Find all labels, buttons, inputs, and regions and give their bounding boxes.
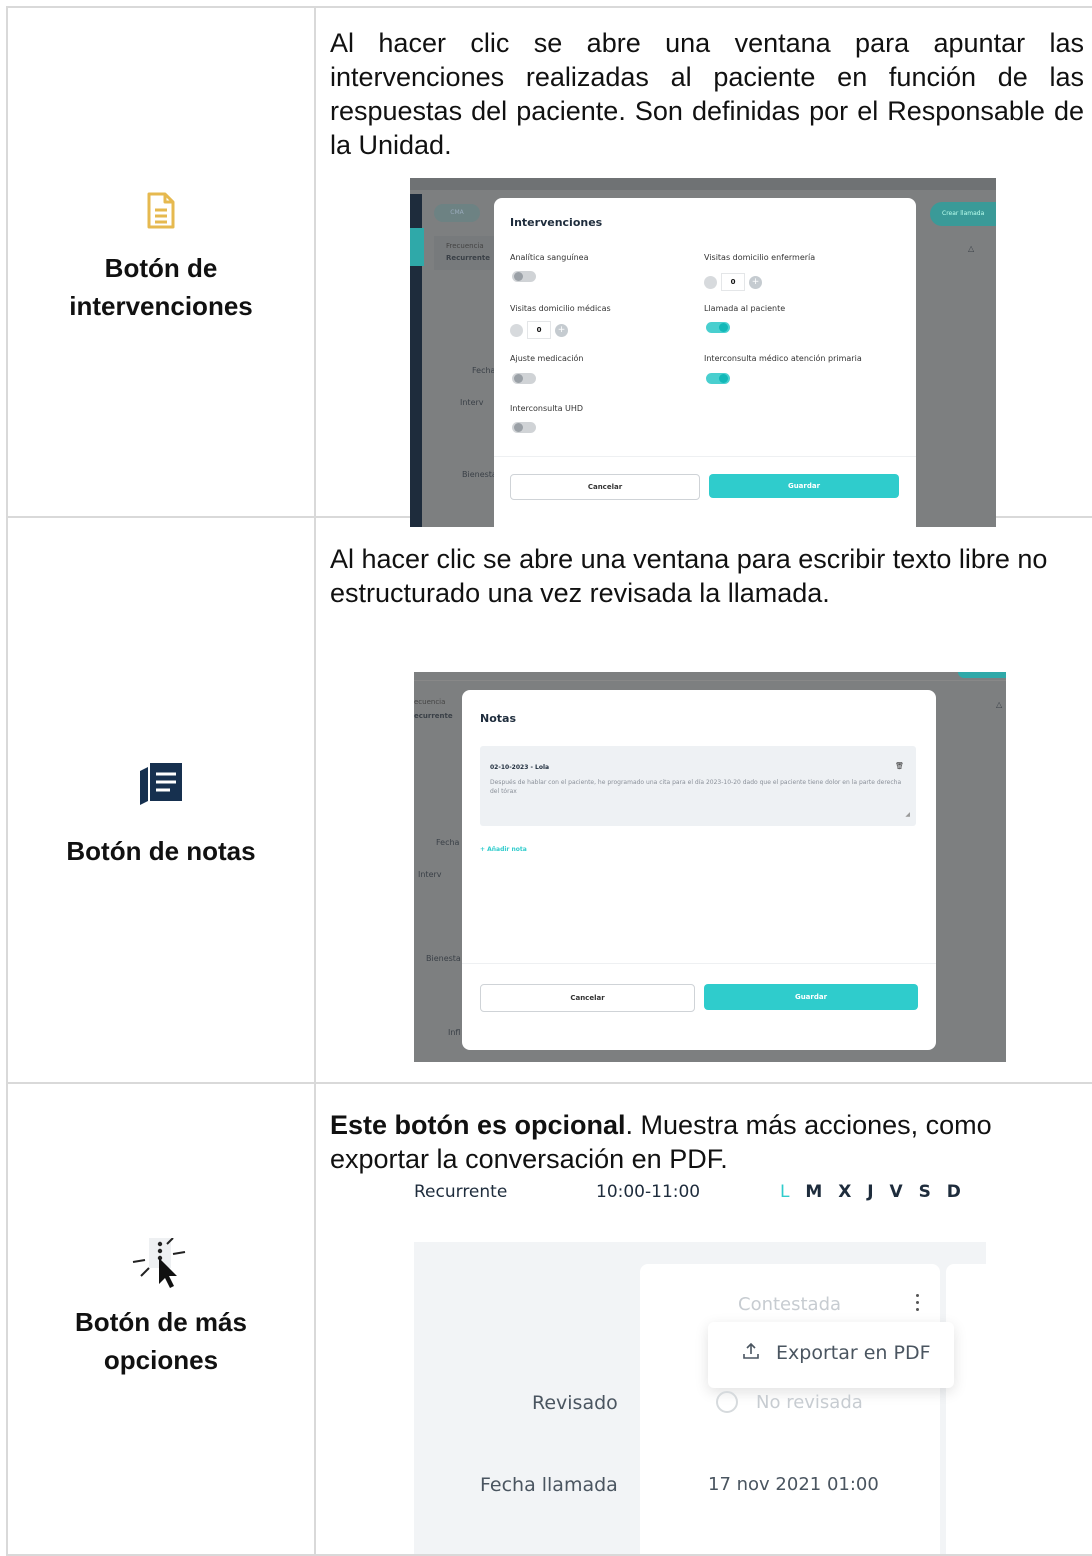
cancel-button[interactable]: Cancelar — [480, 984, 695, 1012]
intervenciones-screenshot: CMA Crear llamada Frecuencia Recurrente … — [410, 178, 996, 527]
cma-pill: CMA — [434, 204, 480, 222]
revisado-label: Revisado — [532, 1392, 618, 1414]
revisado-value: No revisada — [756, 1392, 863, 1413]
interconsulta-ap-toggle[interactable] — [706, 373, 730, 384]
features-table: Botón de intervenciones Al hacer clic se… — [6, 6, 1092, 1556]
notes-icon — [138, 761, 184, 812]
field-label: Interconsulta médico atención primaria — [704, 354, 862, 363]
label-cell: Botón de intervenciones — [8, 8, 316, 516]
fecha-label: Fecha llamada — [480, 1474, 618, 1496]
weekday-d: D — [946, 1182, 961, 1202]
modal-title: Notas — [480, 712, 516, 725]
field-label: Analítica sanguínea — [510, 253, 589, 262]
bg-bienesta: Bienesta — [462, 470, 497, 479]
upload-icon — [742, 1342, 764, 1365]
export-pdf-label: Exportar en PDF — [776, 1342, 931, 1364]
weekday-j: J — [867, 1182, 874, 1202]
kebab-menu-icon[interactable] — [916, 1294, 922, 1311]
row-label: Botón de intervenciones — [69, 252, 253, 321]
bg-fecha: Fecha — [472, 366, 496, 375]
ajuste-toggle[interactable] — [512, 373, 536, 384]
weekdays: L M X J V S D — [780, 1182, 961, 1202]
table-row: Botón de intervenciones Al hacer clic se… — [8, 8, 1092, 527]
bg-infl: Infl — [448, 1028, 461, 1037]
field-label: Visitas domicilio enfermería — [704, 253, 816, 262]
plus-button[interactable]: + — [749, 275, 762, 289]
note-header: 02-10-2023 - Lola — [490, 764, 550, 771]
enfermeria-stepper[interactable]: 0 + — [704, 273, 762, 291]
bg-freq-value: Recurrente — [446, 254, 490, 262]
freq-value: Recurrente — [414, 1182, 508, 1202]
more-options-icon — [131, 1237, 191, 1295]
export-pdf-item[interactable]: Exportar en PDF — [742, 1342, 931, 1365]
description-bold: Este botón es opcional — [330, 1110, 626, 1140]
field-label: Ajuste medicación — [510, 354, 584, 363]
label-cell: Botón de notas — [8, 518, 316, 1082]
plus-button[interactable]: + — [555, 323, 568, 337]
fecha-value: 17 nov 2021 01:00 — [708, 1474, 879, 1495]
time-value: 10:00-11:00 — [596, 1182, 701, 1202]
add-note-link[interactable]: + Añadir nota — [480, 846, 527, 853]
note-card: 02-10-2023 - Lola 🗑 Después de hablar co… — [480, 746, 916, 826]
save-button[interactable]: Guardar — [704, 984, 918, 1010]
minus-button[interactable] — [704, 275, 717, 289]
table-row: Botón de notas Al hacer clic se abre una… — [8, 518, 1092, 1084]
bg-bienesta: Bienesta — [426, 954, 461, 963]
row-description: Este botón es opcional. Muestra más acci… — [330, 1108, 1084, 1176]
cancel-button[interactable]: Cancelar — [510, 474, 700, 500]
field-label: Interconsulta UHD — [510, 404, 584, 413]
review-radio[interactable] — [716, 1391, 738, 1413]
warning-icon: △ — [996, 700, 1003, 709]
weekday-s: S — [918, 1182, 931, 1202]
weekday-x: X — [838, 1182, 852, 1202]
warning-icon: △ — [968, 244, 975, 253]
notas-screenshot: ecuencia ecurrente Fecha Interv Bienesta… — [414, 672, 1006, 1062]
label-cell: Botón de más opciones — [8, 1084, 316, 1554]
description-cell: Este botón es opcional. Muestra más acci… — [316, 1084, 1092, 1554]
stepper-value[interactable]: 0 — [721, 273, 745, 291]
trash-icon[interactable]: 🗑 — [895, 762, 904, 770]
bg-interv: Interv — [418, 870, 442, 879]
bg-freq-label: Frecuencia — [446, 242, 484, 250]
weekday-l: L — [780, 1182, 790, 1202]
minus-button[interactable] — [510, 323, 523, 337]
more-options-screenshot: Recurrente 10:00-11:00 L M X J V S D Con… — [414, 1182, 994, 1554]
description-cell: Al hacer clic se abre una ventana para a… — [316, 8, 1092, 527]
crear-llamada-button[interactable]: Crear llamada — [930, 202, 996, 226]
bg-freq-label: ecuencia — [414, 698, 446, 706]
bg-fecha: Fecha — [436, 838, 460, 847]
table-row: Botón de más opciones Este botón es opci… — [8, 1084, 1092, 1554]
note-text[interactable]: Después de hablar con el paciente, he pr… — [490, 778, 910, 796]
intervenciones-modal: Intervenciones Analítica sanguínea Visit… — [494, 198, 916, 527]
notas-modal: Notas 02-10-2023 - Lola 🗑 Después de hab… — [462, 690, 936, 1050]
resize-handle-icon[interactable]: ◢ — [905, 811, 910, 818]
save-button[interactable]: Guardar — [709, 474, 899, 498]
weekday-v: V — [889, 1182, 903, 1202]
bg-interv: Interv — [460, 398, 484, 407]
llamada-toggle[interactable] — [706, 322, 730, 333]
options-dropdown: Exportar en PDF — [708, 1322, 954, 1388]
row-label: Botón de más opciones — [75, 1307, 247, 1375]
modal-title: Intervenciones — [510, 216, 603, 229]
field-label: Visitas domicilio médicas — [510, 304, 611, 313]
weekday-m: M — [805, 1182, 823, 1202]
stepper-value[interactable]: 0 — [527, 321, 551, 339]
uhd-toggle[interactable] — [512, 422, 536, 433]
status-label: Contestada — [738, 1294, 842, 1315]
field-label: Llamada al paciente — [704, 304, 786, 313]
description-cell: Al hacer clic se abre una ventana para e… — [316, 518, 1092, 1082]
row-description: Al hacer clic se abre una ventana para e… — [330, 544, 1048, 608]
analitica-toggle[interactable] — [512, 271, 536, 282]
document-icon — [146, 192, 176, 235]
medicas-stepper[interactable]: 0 + — [510, 321, 568, 339]
row-description: Al hacer clic se abre una ventana para a… — [330, 28, 1084, 160]
row-label: Botón de notas — [66, 835, 256, 866]
bg-freq-value: ecurrente — [414, 712, 453, 720]
